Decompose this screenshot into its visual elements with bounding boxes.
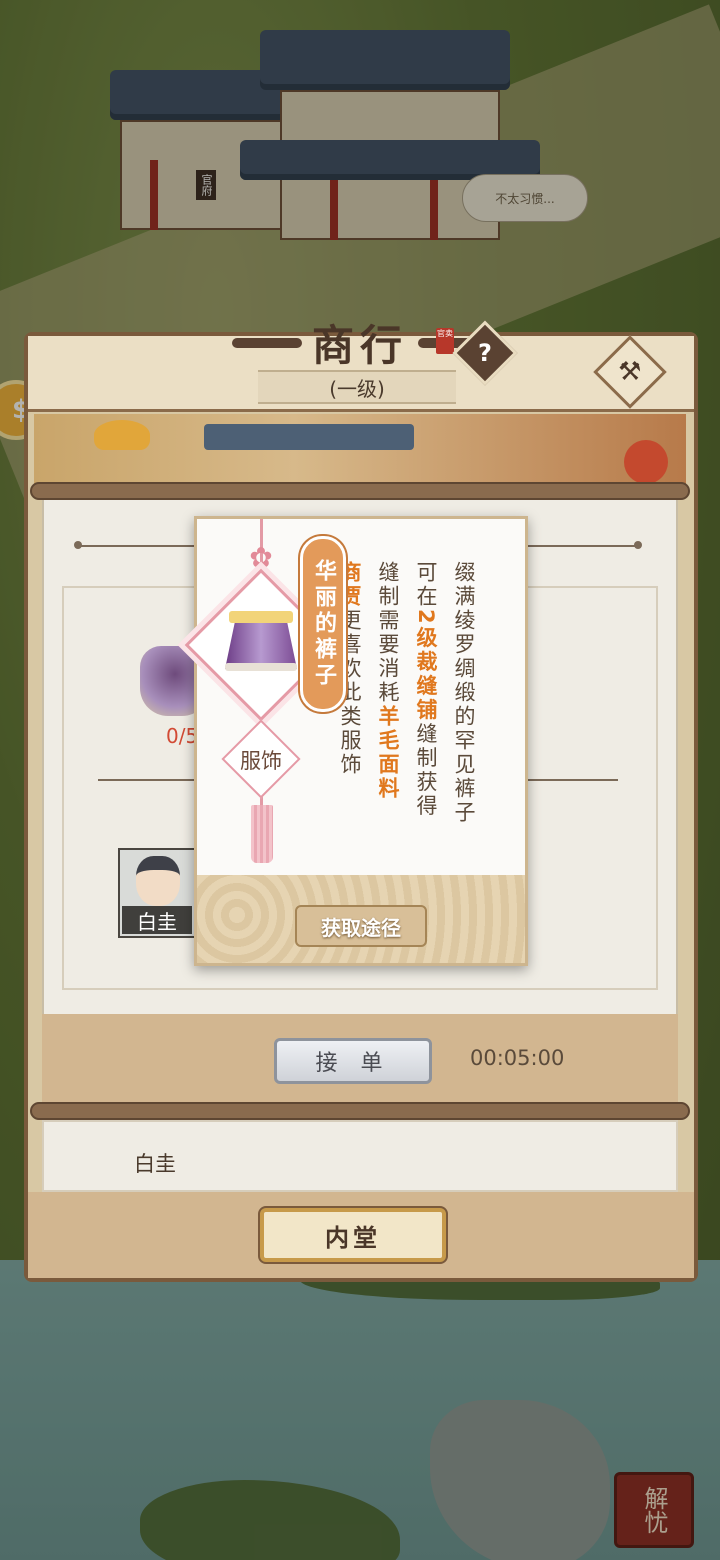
stall-roof	[204, 424, 414, 450]
item-category: 服饰	[240, 749, 282, 773]
scroll-rod-top	[30, 482, 690, 500]
customer-avatar[interactable]: 白圭	[118, 848, 196, 938]
bell	[94, 420, 150, 450]
description-line: 可在2级裁缝铺缝制获得	[414, 561, 438, 819]
divider-dot	[74, 541, 82, 549]
question-icon: ?	[478, 338, 492, 367]
hammer-icon: ⚒	[618, 357, 642, 387]
tassel-icon	[251, 805, 273, 863]
item-description: 缀满绫罗绸缎的罕见裤子 可在2级裁缝铺缝制获得 缝制需要消耗羊毛面料 商贾更喜欢…	[321, 533, 525, 863]
shop-scene	[34, 414, 686, 490]
order-timer: 00:05:00	[470, 1046, 565, 1070]
accept-order-button[interactable]: 接 单	[274, 1038, 432, 1084]
avatar-face	[136, 856, 180, 906]
shop-level: (一级)	[258, 370, 456, 404]
item-detail-popup: ✿ 服饰 缀满绫罗绸缎的罕见裤子 可在2级裁缝铺缝制获得 缝制需要消耗羊毛面料 …	[184, 516, 528, 966]
customer-name: 白圭	[122, 906, 192, 934]
pants-body	[225, 621, 297, 669]
scroll-rod-bottom	[30, 1102, 690, 1120]
title-seal: 官卖	[436, 328, 454, 354]
pants-hem	[225, 663, 297, 671]
pants-waistband	[229, 611, 293, 623]
inner-hall-button[interactable]: 内堂	[260, 1208, 446, 1262]
highlight-text: 羊毛面料	[376, 705, 400, 801]
jar	[624, 440, 668, 484]
divider-dot	[634, 541, 642, 549]
pants-icon	[225, 611, 297, 673]
item-name: 华丽的裤子	[300, 536, 346, 712]
description-line: 缝制需要消耗羊毛面料	[376, 561, 400, 801]
next-customer-name: 白圭	[134, 1152, 176, 1176]
description-line: 缀满绫罗绸缎的罕见裤子	[452, 561, 476, 825]
obtain-source-button[interactable]: 获取途径	[295, 905, 427, 947]
highlight-text: 2级裁缝铺	[414, 609, 438, 723]
